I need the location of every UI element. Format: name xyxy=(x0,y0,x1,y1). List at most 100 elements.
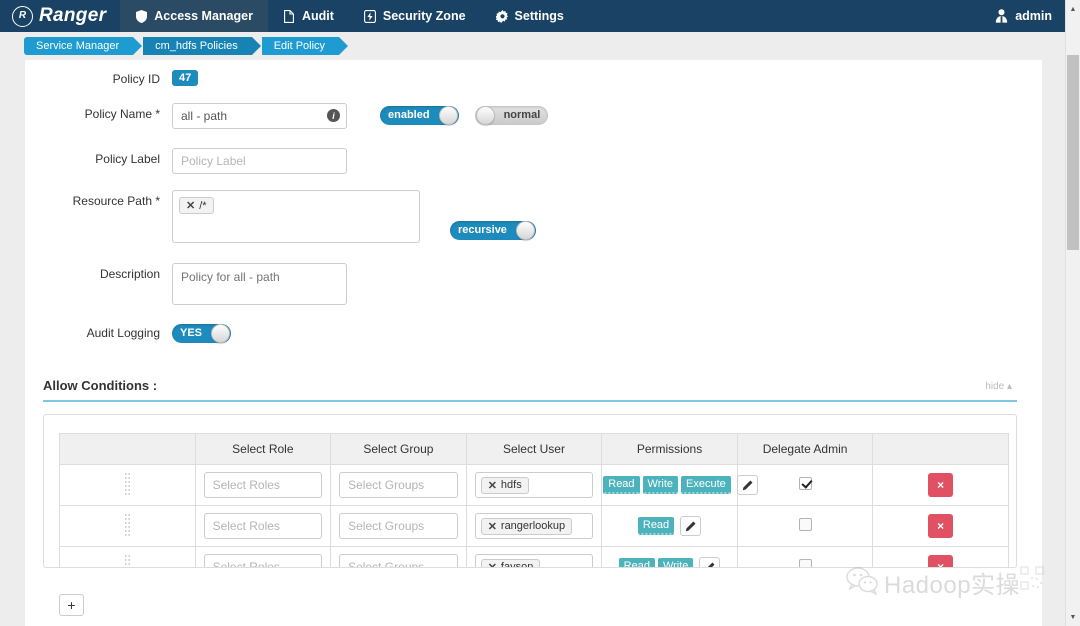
select-groups-input[interactable]: Select Groups xyxy=(339,513,458,539)
nav-item-audit[interactable]: Audit xyxy=(268,0,349,32)
shield-icon xyxy=(135,9,148,23)
remove-tag-icon[interactable]: ✕ xyxy=(186,199,195,212)
col-select-user: Select User xyxy=(465,433,603,465)
hide-toggle-link[interactable]: hide ▴ xyxy=(985,381,1012,392)
breadcrumb-item-service-manager[interactable]: Service Manager xyxy=(24,37,143,55)
pencil-icon xyxy=(685,521,696,531)
nav-items: Access Manager Audit Security Zone Setti… xyxy=(120,0,579,32)
permission-badge[interactable]: Execute xyxy=(681,476,731,494)
select-roles-input[interactable]: Select Roles xyxy=(203,472,323,498)
permission-badge[interactable]: Write xyxy=(657,558,694,567)
field-description: Description xyxy=(25,263,347,308)
info-icon[interactable]: i xyxy=(327,109,340,122)
recursive-toggle-label: recursive xyxy=(458,224,507,236)
permission-badge[interactable]: Read xyxy=(603,476,640,494)
edit-permissions-button[interactable] xyxy=(680,516,702,536)
permission-badge[interactable]: Read xyxy=(618,558,655,567)
col-select-role: Select Role xyxy=(194,433,332,465)
delegate-admin-checkbox[interactable] xyxy=(798,518,812,531)
edit-permissions-button[interactable] xyxy=(699,557,721,567)
drag-handle-icon[interactable] xyxy=(123,553,131,567)
permission-badge[interactable]: Read xyxy=(637,517,675,535)
allow-conditions-box: Select Role Select Group Select User Per… xyxy=(43,414,1017,568)
col-select-group: Select Group xyxy=(330,433,467,465)
toggle-knob xyxy=(515,221,535,240)
edit-permissions-button[interactable] xyxy=(736,475,758,495)
audit-logging-toggle-label: YES xyxy=(180,327,203,339)
delete-row-button[interactable]: × xyxy=(928,555,954,567)
resource-path-tag[interactable]: ✕ /* xyxy=(179,197,214,214)
row-drag-cell[interactable] xyxy=(59,505,196,547)
row-drag-cell[interactable] xyxy=(59,464,196,506)
scroll-down-arrow[interactable]: ▼ xyxy=(1066,610,1080,624)
nav-item-access-manager[interactable]: Access Manager xyxy=(120,0,268,32)
policy-name-input[interactable] xyxy=(172,103,347,129)
add-condition-row-button[interactable]: + xyxy=(59,594,84,616)
remove-tag-icon[interactable]: ✕ xyxy=(488,520,497,533)
nav-item-security-zone[interactable]: Security Zone xyxy=(349,0,481,32)
table-row: Select Roles Select Groups ✕ rangerlooku… xyxy=(59,505,1009,547)
row-group-cell: Select Groups xyxy=(330,546,467,567)
drag-handle-icon[interactable] xyxy=(123,471,131,496)
policy-status-toggle[interactable]: enabled xyxy=(380,106,459,125)
field-audit-logging: Audit Logging YES xyxy=(25,322,232,344)
toggle-knob xyxy=(475,106,495,125)
scrollbar-thumb[interactable] xyxy=(1067,55,1079,250)
policy-label-input[interactable] xyxy=(172,148,347,174)
resource-path-tag-label: /* xyxy=(199,199,207,212)
scroll-up-arrow[interactable]: ▲ xyxy=(1066,2,1080,16)
permission-badge[interactable]: Write xyxy=(642,476,679,494)
row-group-cell: Select Groups xyxy=(330,505,467,547)
field-policy-name: Policy Name * i enabled normal xyxy=(25,103,549,129)
user-tag[interactable]: ✕ fayson xyxy=(480,558,541,568)
remove-tag-icon[interactable]: ✕ xyxy=(488,561,497,568)
select-roles-input[interactable]: Select Roles xyxy=(203,554,323,567)
policy-id-badge: 47 xyxy=(172,70,199,86)
breadcrumb-item-edit-policy[interactable]: Edit Policy xyxy=(261,37,349,55)
remove-tag-icon[interactable]: ✕ xyxy=(488,479,497,492)
select-groups-input[interactable]: Select Groups xyxy=(339,472,458,498)
nav-item-label: Security Zone xyxy=(382,9,466,23)
select-users-input[interactable]: ✕ fayson xyxy=(474,554,594,568)
row-drag-cell[interactable] xyxy=(59,546,196,567)
allow-conditions-section-header: Allow Conditions : hide ▴ xyxy=(43,378,1017,402)
description-textarea[interactable] xyxy=(172,263,347,305)
resource-path-tagbox[interactable]: ✕ /* xyxy=(172,190,420,243)
description-label: Description xyxy=(99,267,160,281)
delegate-admin-checkbox[interactable] xyxy=(798,559,812,567)
toggle-knob xyxy=(438,106,458,125)
user-tag[interactable]: ✕ rangerlookup xyxy=(480,517,573,535)
col-drag xyxy=(59,433,196,465)
select-users-input[interactable]: ✕ hdfs xyxy=(474,472,594,498)
nav-item-label: Settings xyxy=(514,9,564,23)
policy-id-label: Policy ID xyxy=(112,72,160,86)
top-navigation-bar: R Ranger Access Manager Audit Security Z… xyxy=(0,0,1068,32)
user-tag[interactable]: ✕ hdfs xyxy=(480,476,529,494)
hide-label: hide xyxy=(985,381,1005,392)
ranger-brand[interactable]: R Ranger xyxy=(0,0,120,32)
nav-item-settings[interactable]: Settings xyxy=(481,0,579,32)
audit-logging-toggle[interactable]: YES xyxy=(172,324,232,343)
delegate-admin-checkbox[interactable] xyxy=(798,477,812,490)
table-row: Select Roles Select Groups ✕ hdfs Read W… xyxy=(59,464,1009,506)
select-groups-input[interactable]: Select Groups xyxy=(339,554,458,567)
select-roles-input[interactable]: Select Roles xyxy=(203,513,323,539)
row-delegate-admin-cell xyxy=(736,546,874,567)
row-actions-cell: × xyxy=(872,546,1009,567)
policy-label-label: Policy Label xyxy=(95,152,160,166)
toggle-knob xyxy=(211,324,231,343)
field-resource-path: Resource Path * ✕ /* recursive xyxy=(25,190,536,243)
select-users-input[interactable]: ✕ rangerlookup xyxy=(474,513,594,539)
drag-handle-icon[interactable] xyxy=(123,512,131,537)
delete-row-button[interactable]: × xyxy=(928,514,954,538)
breadcrumb-item-cm-hdfs-policies[interactable]: cm_hdfs Policies xyxy=(143,37,261,55)
permission-badges: Read xyxy=(637,516,702,536)
vertical-scrollbar[interactable]: ▲ ▼ xyxy=(1065,0,1080,626)
policy-type-toggle[interactable]: normal xyxy=(474,106,549,125)
delete-row-button[interactable]: × xyxy=(928,473,954,497)
permission-badges: Read Write Execute xyxy=(603,475,758,495)
user-menu[interactable]: admin xyxy=(985,0,1068,32)
pencil-icon xyxy=(707,562,715,567)
recursive-toggle[interactable]: recursive xyxy=(450,221,536,240)
